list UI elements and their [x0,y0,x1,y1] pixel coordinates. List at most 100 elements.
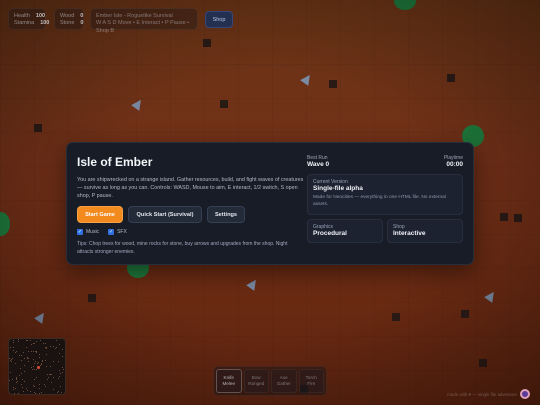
minimap-dot [36,377,37,378]
minimap[interactable] [8,338,66,395]
minimap-dot [62,367,63,368]
hotbar: Knife Melee Bow Ranged Axe Gather Torch … [213,366,327,396]
minimap-dot [35,393,36,394]
minimap-dot [36,352,37,353]
quick-start-button[interactable]: Quick Start (Survival) [128,206,202,224]
minimap-dot [26,388,27,389]
crystal [246,277,260,291]
music-checkbox[interactable]: ✓ [77,229,83,236]
playtime-value: 00:00 [446,161,463,168]
minimap-dot [31,344,32,345]
minimap-dot [24,381,25,382]
hotbar-slot-knife[interactable]: Knife Melee [216,369,242,393]
minimap-dot [50,366,51,367]
minimap-dot [28,361,29,362]
minimap-dot [13,389,14,390]
shop-card: Shop Interactive [387,219,463,243]
minimap-dot [50,374,51,375]
minimap-dot [24,365,25,366]
resources-panel: Wood 0 Stone 0 [54,8,84,30]
minimap-dot [23,352,24,353]
rock [447,74,455,82]
info-cards: Graphics Procedural Shop Interactive [307,219,463,243]
minimap-dot [18,393,19,394]
rock [500,213,508,221]
graphics-value: Procedural [313,230,347,237]
minimap-dot [59,376,60,377]
minimap-dot [21,360,22,361]
minimap-dot [33,366,34,367]
minimap-dot [45,386,46,387]
music-toggle[interactable]: ✓ Music [77,229,99,236]
minimap-dot [21,355,22,356]
settings-button[interactable]: Settings [207,206,245,224]
minimap-dot [27,340,28,341]
minimap-dot [49,374,50,375]
minimap-dot [53,346,54,347]
minimap-dot [30,391,31,392]
minimap-dot [34,343,35,344]
slot-sub: Fire [307,381,316,386]
minimap-dot [9,358,10,359]
minimap-dot [20,368,21,369]
minimap-dot [60,386,61,387]
hotbar-slot-bow[interactable]: Bow Ranged [243,369,269,393]
crystal [34,310,48,324]
minimap-dot [23,391,24,392]
minimap-dot [12,379,13,380]
minimap-dot [61,392,62,393]
health-label: Health [14,13,30,19]
minimap-dot [28,358,29,359]
minimap-dot [33,343,34,344]
bush-left [0,212,10,236]
minimap-dot [13,350,14,351]
minimap-dot [39,384,40,385]
minimap-dot [16,379,17,380]
minimap-dot [18,341,19,342]
main-menu-panel: Isle of Ember You are shipwrecked on a s… [66,142,474,265]
start-game-button[interactable]: Start Game [77,206,123,224]
hotbar-slot-axe[interactable]: Axe Gather [271,369,297,393]
minimap-dot [15,388,16,389]
rock [392,313,400,321]
minimap-dot [16,382,17,383]
minimap-dot [10,360,11,361]
version-card: Current Version Single-file alpha Made f… [307,174,463,215]
minimap-dot [16,377,17,378]
sfx-label: SFX [117,229,127,236]
minimap-dot [50,346,51,347]
run-stats: Best Run Wave 0 Playtime 00:00 [307,155,463,168]
graphics-card: Graphics Procedural [307,219,383,243]
minimap-dot [26,347,27,348]
shop-button[interactable]: Shop [205,11,233,28]
wood-value: 0 [80,13,84,19]
minimap-dot [62,372,63,373]
minimap-dot [46,366,47,367]
minimap-dot [11,359,12,360]
crystal [300,72,314,86]
minimap-dot [59,344,60,345]
tips-text: Tips: Chop trees for wood, mine rocks fo… [77,241,288,255]
minimap-dot [36,369,37,370]
minimap-dot [46,354,47,355]
minimap-dot [34,386,35,387]
minimap-dot [58,361,59,362]
minimap-dot [14,393,15,394]
credit-badge-icon[interactable] [520,389,530,399]
sfx-checkbox[interactable]: ✓ [108,229,115,236]
minimap-dot [59,353,60,354]
minimap-dot [47,379,48,380]
minimap-dot [13,347,14,348]
hotbar-slot-torch[interactable]: Torch Fire [298,369,324,393]
minimap-dot [55,348,56,349]
minimap-dot [9,380,10,381]
sfx-toggle[interactable]: ✓ SFX [108,229,127,236]
menu-right-column: Best Run Wave 0 Playtime 00:00 Current V… [305,143,473,264]
health-row: Health 100 [14,13,45,20]
minimap-dot [40,365,41,366]
minimap-dot [56,347,57,348]
stone-label: Stone [60,20,75,27]
minimap-dot [58,391,59,392]
minimap-dot [15,363,16,364]
minimap-dot [51,374,52,375]
